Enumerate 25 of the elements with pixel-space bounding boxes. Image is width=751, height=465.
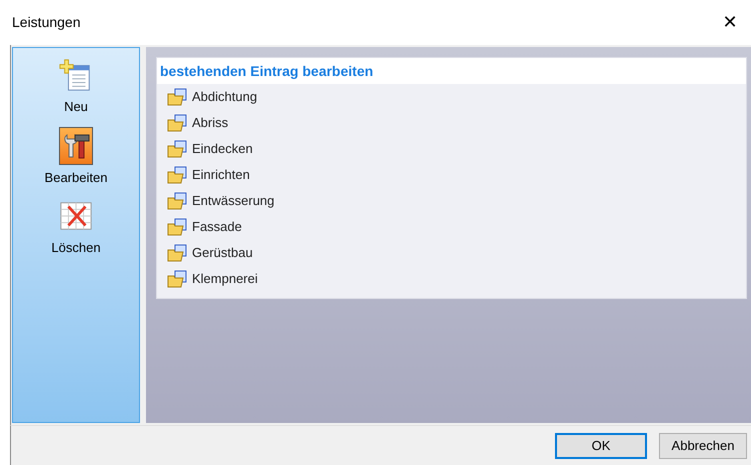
- toolbar-button[interactable]: Neu: [57, 56, 95, 122]
- list-item[interactable]: Abriss: [157, 110, 228, 136]
- list-item[interactable]: Entwässerung: [157, 188, 274, 214]
- list-item[interactable]: Einrichten: [157, 162, 250, 188]
- folder-icon: [167, 192, 187, 210]
- folder-icon: [167, 218, 187, 236]
- list-item[interactable]: Abdichtung: [157, 84, 258, 110]
- toolbar-button[interactable]: Bearbeiten: [42, 126, 110, 193]
- window-title: Leistungen: [12, 13, 81, 32]
- dialog-button[interactable]: Abbrechen: [659, 432, 747, 458]
- folder-icon: [167, 114, 187, 132]
- folder-icon: [167, 270, 187, 288]
- list-item[interactable]: Fassade: [157, 214, 242, 240]
- folder-icon: [167, 140, 187, 158]
- folder-icon: [167, 88, 187, 106]
- close-button[interactable]: ✕: [715, 8, 745, 38]
- dialog-button[interactable]: OK: [555, 432, 647, 458]
- delete-grid-icon: [59, 200, 93, 232]
- toolbar-button[interactable]: Löschen: [49, 197, 103, 264]
- folder-icon: [167, 166, 187, 184]
- list-heading: bestehenden Eintrag bearbeiten: [157, 58, 746, 84]
- list-item[interactable]: Eindecken: [157, 136, 253, 162]
- list-item[interactable]: Gerüstbau: [157, 240, 253, 266]
- folder-icon: [167, 244, 187, 262]
- list-item[interactable]: Klempnerei: [157, 266, 258, 292]
